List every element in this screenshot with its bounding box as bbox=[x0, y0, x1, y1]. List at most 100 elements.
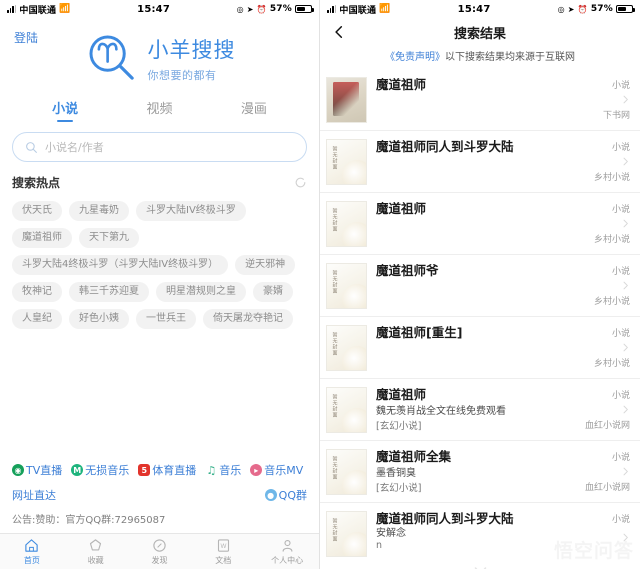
result-title: 魔道祖师同人到斗罗大陆 bbox=[376, 139, 514, 154]
link-label: TV直播 bbox=[26, 464, 63, 477]
brand-header: 小羊搜搜 你想要的都有 bbox=[0, 30, 319, 86]
result-row[interactable]: 暂无封面 魔道祖师同人到斗罗大陆 安解念 n 小说 bbox=[320, 503, 640, 559]
result-category: n bbox=[376, 540, 383, 551]
hot-tag[interactable]: 明星潜规则之皇 bbox=[156, 282, 246, 302]
battery-percent: 57% bbox=[269, 4, 292, 14]
load-more-button[interactable] bbox=[320, 559, 640, 569]
chevron-right-icon bbox=[623, 533, 629, 542]
disclaimer-link[interactable]: 《免责声明》 bbox=[385, 52, 445, 63]
search-bar[interactable] bbox=[12, 132, 307, 162]
hot-tag[interactable]: 斗罗大陆4终极斗罗（斗罗大陆IV终极斗罗） bbox=[12, 255, 229, 275]
link-direct-url[interactable]: 网址直达 bbox=[12, 487, 56, 503]
hot-search-title: 搜索热点 bbox=[12, 176, 61, 190]
book-cover: 暂无封面 bbox=[326, 325, 367, 371]
brand-text-block: 小羊搜搜 你想要的都有 bbox=[148, 34, 236, 83]
nav-item-discover[interactable]: 发现 bbox=[128, 538, 192, 566]
status-time: 15:47 bbox=[137, 3, 170, 15]
link-sports-live[interactable]: 5 体育直播 bbox=[138, 462, 196, 478]
hot-tag[interactable]: 豪婿 bbox=[253, 282, 293, 302]
result-source: 乡村小说 bbox=[593, 359, 630, 369]
result-row[interactable]: 暂无封面 魔道祖师爷 小说 乡村小说 bbox=[320, 255, 640, 317]
book-cover: 暂无封面 bbox=[326, 201, 367, 247]
status-right-group: ◎ ➤ ⏰ 57% bbox=[236, 4, 314, 14]
bottom-navigation: 首页 收藏 发现 W 文档 个人中心 bbox=[0, 533, 319, 569]
result-info: 魔道祖师同人到斗罗大陆 安解念 n bbox=[376, 511, 559, 551]
link-lossless-music[interactable]: M 无损音乐 bbox=[71, 462, 129, 478]
result-title: 魔道祖师爷 bbox=[376, 263, 439, 278]
result-type: 小说 bbox=[611, 81, 630, 91]
chevron-right-icon bbox=[623, 281, 629, 290]
result-meta: 小说 血红小说网 bbox=[568, 449, 630, 494]
result-title: 魔道祖师 bbox=[376, 387, 427, 402]
disclaimer-line: 《免责声明》以下搜索结果均来源于互联网 bbox=[320, 46, 640, 69]
link-music-mv[interactable]: ▸ 音乐MV bbox=[250, 462, 303, 478]
result-meta: 小说 乡村小说 bbox=[568, 263, 630, 308]
link-music[interactable]: ♫ 音乐 bbox=[205, 462, 241, 478]
link-label: 音乐 bbox=[219, 464, 242, 477]
cover-placeholder-text: 暂无封面 bbox=[331, 332, 338, 356]
nav-item-profile[interactable]: 个人中心 bbox=[255, 538, 319, 566]
result-row[interactable]: 暂无封面 魔道祖师 魏无羡肖战全文在线免费观看 [玄幻小说] 小说 血红小说网 bbox=[320, 379, 640, 441]
book-cover: 暂无封面 bbox=[326, 449, 367, 495]
hot-tag[interactable]: 斗罗大陆IV终极斗罗 bbox=[136, 201, 246, 221]
book-cover bbox=[326, 77, 367, 123]
status-time: 15:47 bbox=[457, 3, 491, 15]
link-label: 无损音乐 bbox=[85, 464, 130, 477]
hot-tag-list: 伏天氏 九星毒奶 斗罗大陆IV终极斗罗 魔道祖师 天下第九 斗罗大陆4终极斗罗（… bbox=[0, 191, 319, 329]
quick-links-row-2: 网址直达 ● QQ群 bbox=[12, 487, 307, 511]
hot-tag[interactable]: 韩三千苏迎夏 bbox=[69, 282, 149, 302]
nav-item-favorites[interactable]: 收藏 bbox=[64, 538, 128, 566]
hot-tag[interactable]: 倚天屠龙夺艳记 bbox=[203, 309, 293, 329]
result-info: 魔道祖师全集 墨香铜臭 [玄幻小说] bbox=[376, 449, 559, 494]
nav-label: 发现 bbox=[151, 555, 168, 565]
signal-icon bbox=[327, 5, 337, 13]
magnifier-aries-logo bbox=[89, 35, 134, 80]
result-type: 小说 bbox=[611, 453, 630, 463]
brand-subtitle: 你想要的都有 bbox=[147, 68, 217, 82]
link-tv-live[interactable]: ◉ TV直播 bbox=[12, 462, 62, 478]
search-input[interactable] bbox=[45, 140, 294, 154]
search-results-list: 魔道祖师 小说 下书网 暂无封面 魔道祖师同人到斗罗大陆 小说 乡村小说 暂无封… bbox=[320, 69, 640, 569]
location-arrow-icon: ➤ bbox=[567, 4, 575, 14]
alarm-icon: ⏰ bbox=[256, 4, 267, 14]
result-info: 魔道祖师[重生] bbox=[376, 325, 559, 370]
nav-item-documents[interactable]: W 文档 bbox=[191, 538, 255, 566]
result-info: 魔道祖师 魏无羡肖战全文在线免费观看 [玄幻小说] bbox=[376, 387, 559, 432]
tab-comic[interactable]: 漫画 bbox=[207, 98, 301, 122]
status-bar-right: 中国联通 📶 15:47 ◎ ➤ ⏰ 57% bbox=[320, 0, 640, 18]
result-row[interactable]: 暂无封面 魔道祖师全集 墨香铜臭 [玄幻小说] 小说 血红小说网 bbox=[320, 441, 640, 503]
refresh-icon[interactable] bbox=[294, 176, 307, 189]
hot-tag[interactable]: 魔道祖师 bbox=[12, 228, 72, 248]
quick-links-row: ◉ TV直播 M 无损音乐 5 体育直播 ♫ 音乐 ▸ 音乐MV bbox=[12, 462, 307, 487]
result-category: [玄幻小说] bbox=[376, 421, 422, 432]
link-qq-group[interactable]: ● QQ群 bbox=[264, 487, 307, 503]
tab-video[interactable]: 视频 bbox=[112, 98, 206, 122]
status-bar-left: 中国联通 📶 15:47 ◎ ➤ ⏰ 57% bbox=[0, 0, 319, 18]
hot-tag[interactable]: 逆天邪神 bbox=[235, 255, 296, 275]
cover-placeholder-text: 暂无封面 bbox=[331, 456, 338, 480]
signal-icon bbox=[7, 5, 17, 13]
tab-novel[interactable]: 小说 bbox=[18, 98, 112, 122]
hot-tag[interactable]: 好色小姨 bbox=[69, 309, 129, 329]
user-icon bbox=[282, 539, 293, 552]
hot-tag[interactable]: 九星毒奶 bbox=[69, 201, 129, 221]
nav-item-home[interactable]: 首页 bbox=[0, 538, 64, 566]
announcement-text: 公告:赞助：官方QQ群:72965087 bbox=[12, 515, 166, 526]
result-type: 小说 bbox=[611, 143, 630, 153]
chevron-right-icon bbox=[623, 95, 629, 104]
hot-tag[interactable]: 牧神记 bbox=[12, 282, 62, 302]
mv-icon: ▸ bbox=[250, 464, 263, 476]
result-row[interactable]: 魔道祖师 小说 下书网 bbox=[320, 69, 640, 131]
sports-icon: 5 bbox=[138, 464, 151, 476]
result-row[interactable]: 暂无封面 魔道祖师[重生] 小说 乡村小说 bbox=[320, 317, 640, 379]
screenrecord-icon: ◎ bbox=[236, 4, 244, 14]
hot-tag[interactable]: 一世兵王 bbox=[136, 309, 196, 329]
cover-placeholder-text: 暂无封面 bbox=[331, 208, 338, 232]
result-row[interactable]: 暂无封面 魔道祖师同人到斗罗大陆 小说 乡村小说 bbox=[320, 131, 640, 193]
hot-tag[interactable]: 伏天氏 bbox=[12, 201, 62, 221]
result-info: 魔道祖师 bbox=[376, 201, 559, 246]
result-row[interactable]: 暂无封面 魔道祖师 小说 乡村小说 bbox=[320, 193, 640, 255]
result-type: 小说 bbox=[611, 329, 630, 339]
hot-tag[interactable]: 天下第九 bbox=[79, 228, 139, 248]
hot-tag[interactable]: 人皇纪 bbox=[12, 309, 62, 329]
